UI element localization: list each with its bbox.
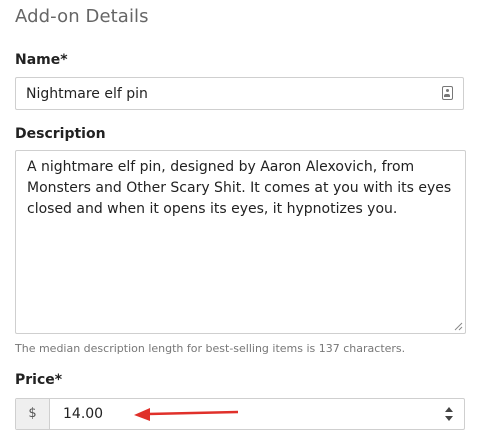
description-label: Description — [15, 126, 106, 142]
description-field[interactable]: A nightmare elf pin, designed by Aaron A… — [15, 150, 466, 334]
price-stepper[interactable] — [445, 406, 453, 422]
red-arrow-left-icon — [134, 408, 239, 421]
contact-card-icon[interactable] — [442, 86, 453, 100]
section-title: Add-on Details — [15, 6, 149, 27]
description-help-text: The median description length for best-s… — [15, 342, 406, 355]
price-label: Price* — [15, 372, 63, 388]
currency-prefix: $ — [16, 399, 50, 429]
resize-handle-icon[interactable] — [454, 322, 463, 331]
name-label: Name* — [15, 52, 68, 68]
stepper-up-icon[interactable] — [445, 407, 453, 412]
name-input[interactable] — [26, 78, 426, 109]
description-textarea[interactable]: A nightmare elf pin, designed by Aaron A… — [27, 157, 457, 327]
name-field[interactable] — [15, 77, 464, 110]
stepper-down-icon[interactable] — [445, 416, 453, 421]
